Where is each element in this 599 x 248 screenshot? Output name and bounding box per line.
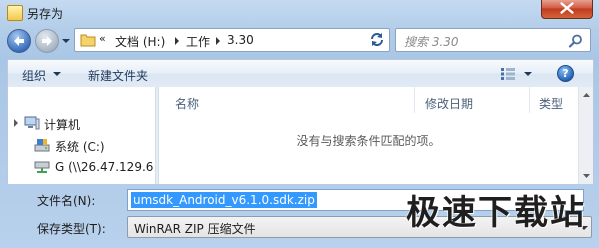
back-button[interactable] xyxy=(7,29,31,53)
search-placeholder: 搜索 3.30 xyxy=(404,35,459,49)
column-divider[interactable] xyxy=(414,87,415,113)
tree-item-label: G (\\26.47.129.6 xyxy=(55,160,154,174)
history-dropdown-icon[interactable] xyxy=(62,37,70,45)
title-bar: 另存为 xyxy=(0,0,599,26)
folder-icon xyxy=(80,34,96,47)
refresh-button[interactable] xyxy=(366,29,388,49)
breadcrumb-separator-icon[interactable] xyxy=(216,37,220,45)
file-list[interactable]: 名称 修改日期 类型 没有与搜索条件匹配的项。 xyxy=(159,87,578,184)
filename-label: 文件名(N): xyxy=(37,194,96,208)
help-button[interactable]: ? xyxy=(557,65,574,82)
column-header-name[interactable]: 名称 xyxy=(175,95,199,112)
computer-icon xyxy=(24,116,40,130)
tree-item-system-drive[interactable]: 系统 (C:) xyxy=(8,136,155,154)
expand-arrow-icon[interactable] xyxy=(14,119,18,127)
arrow-right-icon xyxy=(42,36,52,46)
save-as-dialog: 另存为 « 文档 (H:) 工作 3.30 搜索 3.30 组织 新建文件夹 ?… xyxy=(0,0,599,248)
tree-item-label: 系统 (C:) xyxy=(55,140,105,154)
views-dropdown-icon[interactable] xyxy=(524,72,532,76)
address-bar[interactable]: « 文档 (H:) 工作 3.30 xyxy=(74,28,426,52)
tree-item-network-drive[interactable]: G (\\26.47.129.6 xyxy=(8,158,155,176)
breadcrumb-item-work[interactable]: 工作 xyxy=(186,33,210,50)
breadcrumb-item-drive[interactable]: 文档 (H:) xyxy=(115,33,165,50)
organize-dropdown-icon[interactable] xyxy=(53,72,61,76)
organize-button[interactable]: 组织 xyxy=(22,67,46,84)
column-divider[interactable] xyxy=(529,87,530,113)
navigation-pane: 计算机 系统 (C:) G (\\26.47.129.6 xyxy=(7,87,155,184)
file-type-label: 保存类型(T): xyxy=(37,222,106,236)
tree-item-computer[interactable]: 计算机 xyxy=(8,114,155,132)
breadcrumb-item-folder[interactable]: 3.30 xyxy=(227,33,254,47)
scroll-up-icon[interactable] xyxy=(580,88,593,103)
navigation-bar: « 文档 (H:) 工作 3.30 搜索 3.30 xyxy=(0,26,599,54)
command-bar: 组织 新建文件夹 ? xyxy=(7,59,594,87)
filename-value[interactable]: umsdk_Android_v6.1.0.sdk.zip xyxy=(131,192,317,208)
network-drive-icon xyxy=(34,161,50,173)
column-header-row: 名称 修改日期 类型 xyxy=(159,87,578,113)
column-header-date[interactable]: 修改日期 xyxy=(425,95,473,112)
vertical-scrollbar[interactable] xyxy=(578,87,594,184)
forward-button[interactable] xyxy=(35,29,59,53)
file-type-value: WinRAR ZIP 压缩文件 xyxy=(134,222,256,236)
scroll-down-icon[interactable] xyxy=(580,168,593,183)
arrow-left-icon xyxy=(14,36,24,46)
folder-app-icon xyxy=(7,5,23,21)
search-icon[interactable] xyxy=(568,33,584,49)
column-header-type[interactable]: 类型 xyxy=(539,95,563,112)
tree-item-label: 计算机 xyxy=(44,118,81,132)
new-folder-button[interactable]: 新建文件夹 xyxy=(88,67,148,84)
close-icon xyxy=(560,2,574,14)
breadcrumb-overflow[interactable]: « xyxy=(99,32,106,45)
views-icon[interactable] xyxy=(500,67,516,81)
close-button[interactable] xyxy=(541,0,593,19)
search-input[interactable]: 搜索 3.30 xyxy=(395,28,591,52)
watermark: 极速下载站 xyxy=(406,193,586,233)
breadcrumb-separator-icon[interactable] xyxy=(175,37,179,45)
window-title: 另存为 xyxy=(27,7,64,21)
empty-results-message: 没有与搜索条件匹配的项。 xyxy=(296,134,441,148)
drive-icon xyxy=(34,139,50,152)
